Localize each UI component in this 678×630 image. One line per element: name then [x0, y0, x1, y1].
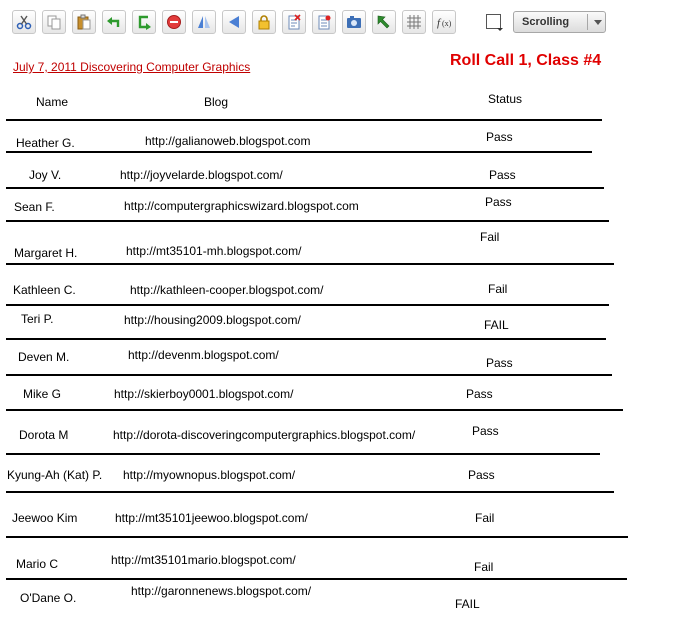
- blog-url: http://garonnenews.blogspot.com/: [131, 584, 312, 598]
- date-link[interactable]: July 7, 2011 Discovering Computer Graphi…: [13, 60, 250, 74]
- grid-icon: [406, 14, 422, 30]
- row-divider: [6, 263, 614, 265]
- status-text: FAIL: [484, 318, 509, 332]
- select-arrow-icon: [376, 14, 392, 30]
- blog-url: http://myownopus.blogspot.com/: [123, 468, 296, 482]
- blog-url: http://galianoweb.blogspot.com: [145, 134, 311, 148]
- properties-icon: [316, 14, 332, 30]
- back-icon: [226, 14, 242, 30]
- redo-icon: [136, 14, 152, 30]
- status-text: Fail: [480, 230, 500, 244]
- back-button[interactable]: [222, 10, 246, 34]
- paste-button[interactable]: [72, 10, 96, 34]
- student-name: Joy V.: [29, 168, 62, 182]
- status-text: Pass: [472, 424, 499, 438]
- row-divider: [6, 453, 600, 455]
- select-arrow-button[interactable]: [372, 10, 396, 34]
- blog-url: http://housing2009.blogspot.com/: [124, 313, 301, 327]
- blog-url: http://mt35101jeewoo.blogspot.com/: [115, 511, 308, 525]
- blog-url: http://skierboy0001.blogspot.com/: [114, 387, 294, 401]
- student-name: Deven M.: [18, 350, 70, 364]
- flip-button[interactable]: [192, 10, 216, 34]
- delete-icon: [166, 14, 182, 30]
- snapshot-button[interactable]: [342, 10, 366, 34]
- student-name: Margaret H.: [14, 246, 78, 260]
- chevron-down-icon[interactable]: [594, 20, 602, 25]
- status-text: Pass: [468, 468, 495, 482]
- student-name: Kathleen C.: [13, 283, 76, 297]
- status-text: Pass: [466, 387, 493, 401]
- student-name: Mike G: [23, 387, 62, 401]
- select-divider: [587, 14, 588, 30]
- status-text: Pass: [486, 130, 513, 144]
- student-name: Mario C: [16, 557, 59, 571]
- row-divider: [6, 151, 592, 153]
- row-divider: [6, 338, 606, 340]
- student-name: Teri P.: [21, 312, 54, 326]
- student-name: Kyung-Ah (Kat) P.: [7, 468, 103, 482]
- row-divider: [6, 374, 612, 376]
- properties-button[interactable]: [312, 10, 336, 34]
- row-divider: [6, 119, 602, 121]
- clear-button[interactable]: [282, 10, 306, 34]
- flip-icon: [196, 14, 212, 30]
- scrolling-mode-label: Scrolling: [522, 16, 570, 28]
- undo-button[interactable]: [102, 10, 126, 34]
- status-text: Pass: [489, 168, 516, 182]
- column-header-blog: Blog: [204, 95, 229, 109]
- status-text: Fail: [475, 511, 495, 525]
- clear-icon: [286, 14, 302, 30]
- student-name: O'Dane O.: [20, 591, 77, 605]
- student-name: Heather G.: [16, 136, 75, 150]
- blog-url: http://mt35101-mh.blogspot.com/: [126, 244, 302, 258]
- row-divider: [6, 187, 604, 189]
- lock-icon: [256, 14, 272, 30]
- column-header-status: Status: [488, 92, 523, 106]
- blog-url: http://devenm.blogspot.com/: [128, 348, 279, 362]
- roll-call-title: Roll Call 1, Class #4: [450, 52, 602, 69]
- svg-text:(x): (x): [442, 19, 452, 28]
- status-text: Fail: [474, 560, 494, 574]
- blog-url: http://computergraphicswizard.blogspot.c…: [124, 199, 359, 213]
- copy-icon: [46, 14, 62, 30]
- status-text: FAIL: [455, 597, 480, 611]
- student-name: Jeewoo Kim: [12, 511, 78, 525]
- blog-url: http://kathleen-cooper.blogspot.com/: [130, 283, 324, 297]
- blog-url: http://mt35101mario.blogspot.com/: [111, 553, 296, 567]
- color-swatch-picker[interactable]: [486, 14, 503, 31]
- grid-button[interactable]: [402, 10, 426, 34]
- row-divider: [6, 409, 623, 411]
- cut-button[interactable]: [12, 10, 36, 34]
- delete-button[interactable]: [162, 10, 186, 34]
- function-icon: f (x): [436, 14, 452, 30]
- blog-url: http://dorota-discoveringcomputergraphic…: [113, 428, 416, 442]
- redo-button[interactable]: [132, 10, 156, 34]
- status-text: Pass: [486, 356, 513, 370]
- row-divider: [6, 491, 614, 493]
- snapshot-icon: [346, 14, 362, 30]
- blog-url: http://joyvelarde.blogspot.com/: [120, 168, 283, 182]
- row-divider: [6, 536, 628, 538]
- student-name: Sean F.: [14, 200, 55, 214]
- paste-icon: [76, 14, 92, 30]
- toolbar: f (x) Scrolling: [0, 0, 678, 40]
- status-text: Fail: [488, 282, 508, 296]
- student-name: Dorota M: [19, 428, 69, 442]
- undo-icon: [106, 14, 122, 30]
- scrolling-mode-select[interactable]: Scrolling: [513, 11, 606, 33]
- function-button[interactable]: f (x): [432, 10, 456, 34]
- column-header-name: Name: [36, 95, 69, 109]
- row-divider: [6, 220, 609, 222]
- lock-button[interactable]: [252, 10, 276, 34]
- copy-button[interactable]: [42, 10, 66, 34]
- status-text: Pass: [485, 195, 512, 209]
- row-divider: [6, 304, 609, 306]
- row-divider: [6, 578, 627, 580]
- cut-icon: [16, 14, 32, 30]
